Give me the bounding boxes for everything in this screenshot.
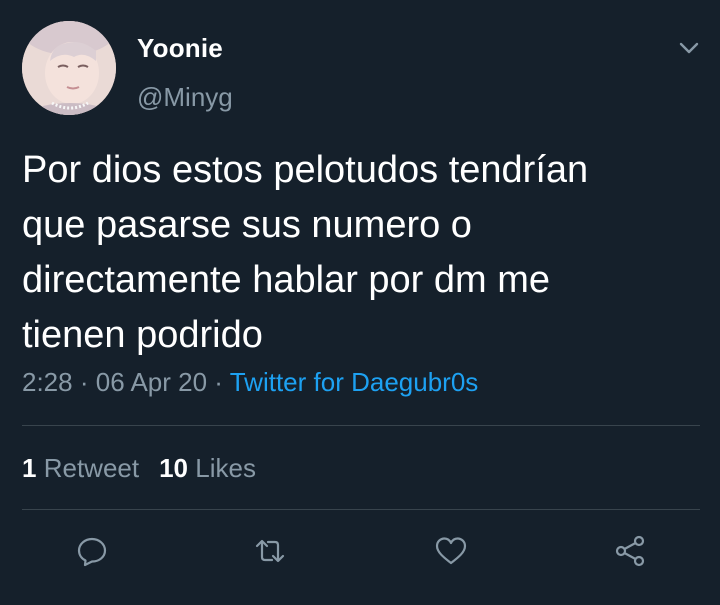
divider	[22, 425, 700, 426]
tweet-time: 2:28	[22, 367, 73, 397]
avatar-image	[22, 21, 116, 115]
tweet-card: Yoonie @Minyg Por dios estos pelotudos t…	[0, 0, 720, 605]
retweet-icon	[255, 539, 285, 563]
reply-icon	[77, 537, 107, 567]
tweet-date: 06 Apr 20	[95, 367, 208, 397]
user-handle[interactable]: @Minyg	[137, 82, 233, 113]
retweet-button[interactable]	[250, 531, 290, 571]
retweets-count: 1	[22, 453, 37, 483]
likes-label: Likes	[195, 453, 256, 483]
display-name[interactable]: Yoonie	[137, 33, 223, 64]
divider	[22, 509, 700, 510]
retweets-stat[interactable]: 1 Retweet	[22, 453, 139, 483]
tweet-meta: 2:28 · 06 Apr 20 · Twitter for Daegubr0s	[22, 367, 478, 398]
share-icon	[615, 535, 645, 567]
tweet-text: Por dios estos pelotudos tendrían que pa…	[22, 149, 589, 356]
meta-separator: ·	[214, 367, 223, 397]
chevron-down-icon[interactable]	[675, 34, 703, 62]
avatar[interactable]	[22, 21, 116, 115]
likes-count: 10	[159, 453, 189, 483]
share-button[interactable]	[610, 531, 650, 571]
reply-button[interactable]	[72, 531, 112, 571]
tweet-source-link[interactable]: Twitter for Daegubr0s	[230, 367, 479, 397]
like-button[interactable]	[431, 531, 471, 571]
tweet-stats: 1 Retweet 10 Likes	[22, 453, 256, 484]
retweets-label: Retweet	[43, 453, 140, 483]
likes-stat[interactable]: 10 Likes	[159, 453, 256, 483]
meta-separator: ·	[79, 367, 89, 397]
like-icon	[435, 537, 467, 565]
